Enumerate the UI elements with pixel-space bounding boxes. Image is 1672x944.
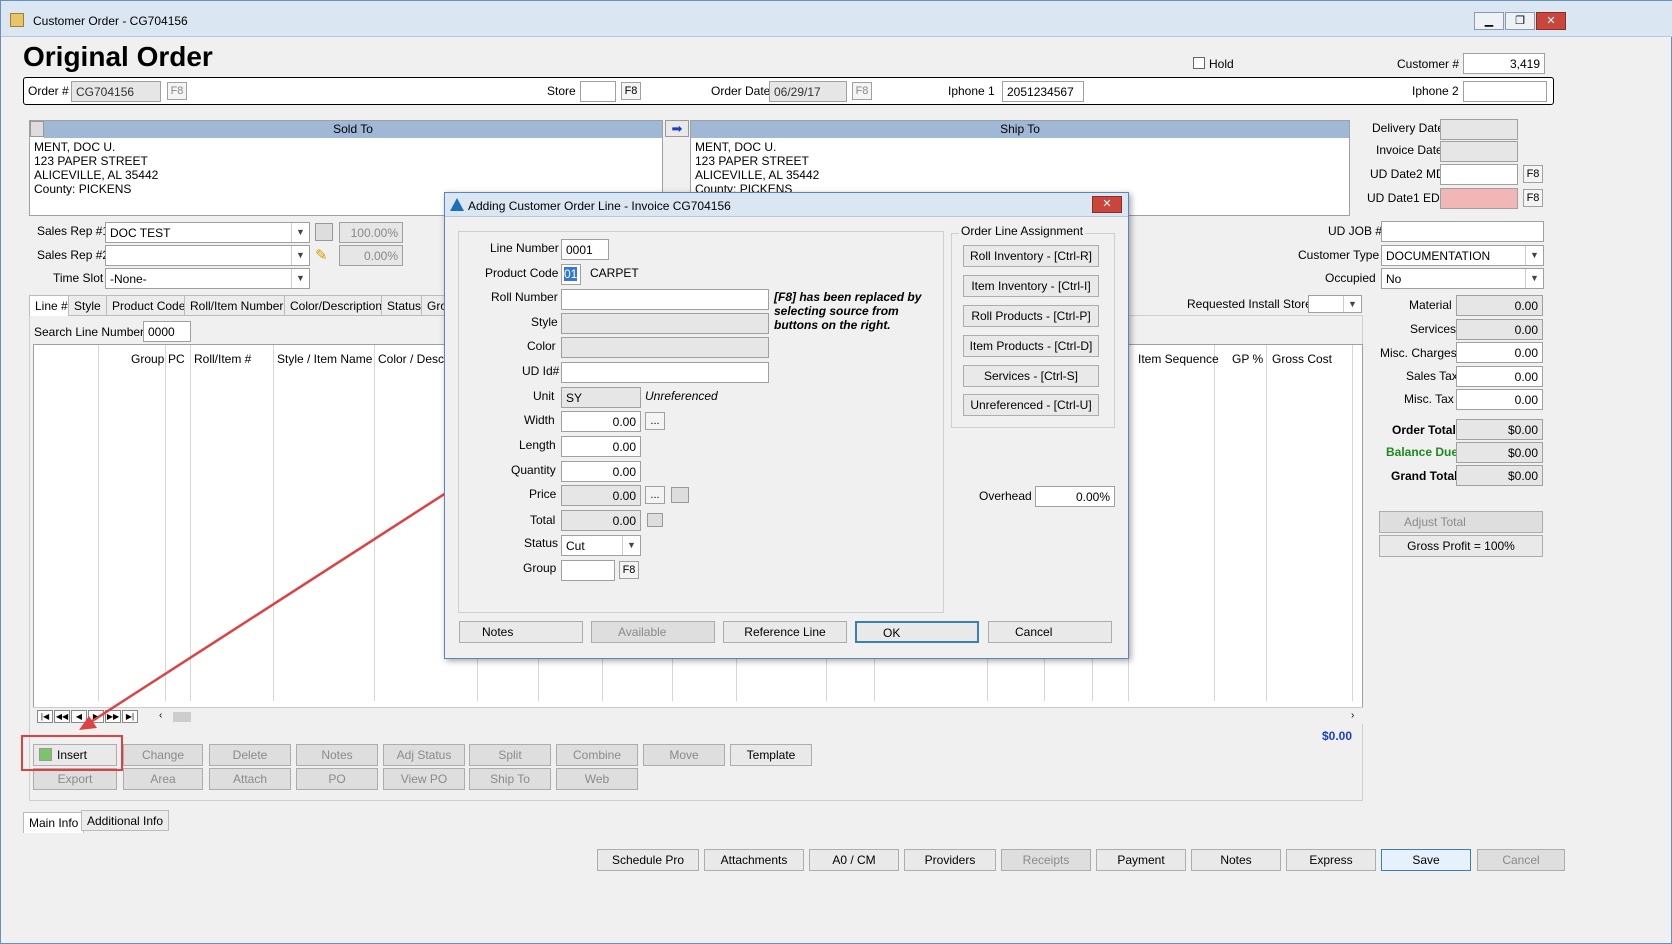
adjust-total-button: Adjust Total (1379, 511, 1543, 533)
balance-due-label: Balance Due (1386, 445, 1459, 459)
dialog-notes-button[interactable]: Notes (459, 621, 583, 643)
style-field (561, 313, 769, 334)
dialog-close-button[interactable]: ✕ (1092, 196, 1122, 213)
reference-line-button[interactable]: Reference Line (723, 621, 847, 643)
services-value: 0.00 (1456, 319, 1543, 340)
cancel-button: Cancel (1477, 849, 1565, 871)
length-label: Length (519, 438, 556, 452)
lock-icon[interactable] (647, 513, 663, 527)
schedule-pro-button[interactable]: Schedule Pro (597, 849, 699, 871)
sales-tax-label: Sales Tax (1406, 369, 1458, 383)
price-lookup-button[interactable]: ... (645, 486, 665, 504)
group-f8-button[interactable]: F8 (619, 561, 639, 579)
tab-additional-info[interactable]: Additional Info (81, 810, 170, 831)
order-total-value: $0.00 (1456, 419, 1543, 440)
unit-field: SY (561, 387, 641, 408)
misc-charges-label: Misc. Charges (1380, 346, 1457, 360)
grand-total-value: $0.00 (1456, 465, 1543, 486)
grand-total-label: Grand Total (1391, 469, 1458, 483)
misc-charges-field[interactable]: 0.00 (1456, 342, 1543, 363)
item-inventory-button[interactable]: Item Inventory - [Ctrl-I] (963, 275, 1099, 297)
item-products-button[interactable]: Item Products - [Ctrl-D] (963, 335, 1099, 357)
chevron-down-icon: ▼ (622, 536, 640, 555)
assignment-title: Order Line Assignment (959, 224, 1086, 238)
color-field (561, 337, 769, 358)
style-label: Style (531, 315, 558, 329)
roll-number-field[interactable] (561, 289, 769, 310)
roll-inventory-button[interactable]: Roll Inventory - [Ctrl-R] (963, 245, 1099, 267)
roll-products-button[interactable]: Roll Products - [Ctrl-P] (963, 305, 1099, 327)
gross-profit-button[interactable]: Gross Profit = 100% (1379, 535, 1543, 557)
unreferenced-button[interactable]: Unreferenced - [Ctrl-U] (963, 394, 1099, 416)
dialog-title-bar: Adding Customer Order Line - Invoice CG7… (445, 193, 1128, 217)
attachments-button[interactable]: Attachments (704, 849, 804, 871)
width-label: Width (524, 413, 555, 427)
unit-label: Unit (533, 389, 555, 403)
unreferenced-label: Unreferenced (645, 389, 718, 403)
overhead-field[interactable]: 0.00% (1035, 486, 1115, 507)
ao-cm-button[interactable]: A0 / CM (809, 849, 899, 871)
lock-icon[interactable] (671, 487, 689, 503)
f8-hint: [F8] has been replaced by selecting sour… (774, 290, 922, 332)
ud-id-field[interactable] (561, 362, 769, 383)
tab-main-info[interactable]: Main Info (23, 812, 85, 833)
quantity-label: Quantity (511, 463, 556, 477)
dialog-cancel-button[interactable]: Cancel (988, 621, 1112, 643)
line-number-label: Line Number (490, 241, 559, 255)
services-label: Services (1410, 322, 1457, 336)
width-calc-button[interactable]: ... (645, 412, 665, 430)
misc-tax-field[interactable]: 0.00 (1456, 389, 1543, 410)
providers-button[interactable]: Providers (904, 849, 996, 871)
notes-button[interactable]: Notes (1191, 849, 1281, 871)
length-field[interactable]: 0.00 (561, 436, 641, 457)
overhead-label: Overhead (979, 489, 1032, 503)
save-button[interactable]: Save (1381, 849, 1471, 871)
order-total-label: Order Total (1392, 423, 1456, 437)
sales-tax-field[interactable]: 0.00 (1456, 366, 1543, 387)
app-logo-icon (450, 198, 464, 211)
line-number-field[interactable]: 0001 (561, 239, 609, 260)
material-label: Material (1409, 298, 1452, 312)
quantity-field[interactable]: 0.00 (561, 461, 641, 482)
group-label: Group (523, 561, 557, 575)
roll-number-label: Roll Number (491, 290, 558, 304)
available-button: Available (591, 621, 715, 643)
color-label: Color (527, 339, 556, 353)
customer-order-window: Customer Order - CG704156 ▁ ❐ ✕ Original… (0, 0, 1672, 944)
group-field[interactable] (561, 560, 615, 581)
ok-button[interactable]: OK (855, 621, 979, 643)
receipts-button: Receipts (1001, 849, 1091, 871)
status-label: Status (524, 536, 559, 550)
payment-button[interactable]: Payment (1096, 849, 1186, 871)
express-button[interactable]: Express (1286, 849, 1376, 871)
product-code-field[interactable]: 01 (561, 264, 581, 285)
price-label: Price (529, 487, 557, 501)
services-button[interactable]: Services - [Ctrl-S] (963, 365, 1099, 387)
total-field: 0.00 (561, 510, 641, 531)
product-code-label: Product Code (485, 266, 559, 280)
balance-due-value: $0.00 (1456, 442, 1543, 463)
total-label: Total (530, 513, 556, 527)
width-field[interactable]: 0.00 (561, 411, 641, 432)
price-field: 0.00 (561, 485, 641, 506)
add-order-line-dialog: Adding Customer Order Line - Invoice CG7… (444, 192, 1129, 659)
material-value: 0.00 (1456, 295, 1543, 316)
misc-tax-label: Misc. Tax (1404, 392, 1454, 406)
ud-id-label: UD Id# (522, 364, 560, 378)
status-select[interactable]: Cut ▼ (561, 535, 641, 556)
dialog-title: Adding Customer Order Line - Invoice CG7… (468, 199, 731, 213)
product-name: CARPET (590, 266, 639, 280)
